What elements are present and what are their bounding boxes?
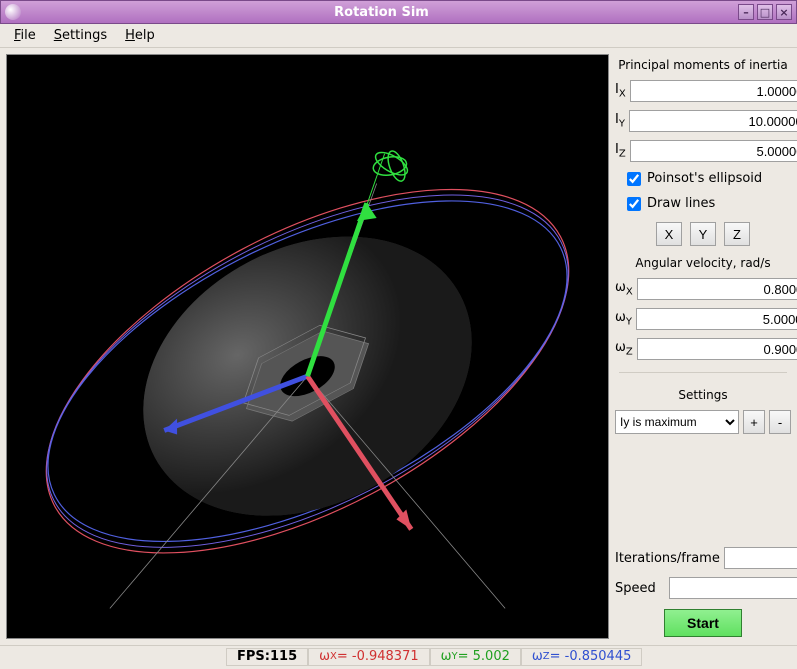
view-y-button[interactable]: Y	[690, 222, 716, 246]
wx-input[interactable]	[637, 278, 797, 300]
speed-spinbox: ▲▼	[669, 577, 797, 599]
iz-row: IZ ▲▼	[615, 140, 791, 162]
settings-header: Settings	[615, 388, 791, 402]
iz-label: IZ	[615, 142, 626, 160]
wy-input[interactable]	[636, 308, 797, 330]
iter-row: Iterations/frame ▲▼	[615, 547, 791, 569]
panel-spacer	[615, 440, 791, 541]
ix-row: IX ▲▼	[615, 80, 791, 102]
axis-buttons: X Y Z	[615, 222, 791, 246]
speed-input[interactable]	[669, 577, 797, 599]
add-setting-button[interactable]: +	[743, 410, 765, 434]
remove-setting-button[interactable]: -	[769, 410, 791, 434]
omega-x-readout: ωX = -0.948371	[308, 648, 430, 666]
drawlines-label: Draw lines	[647, 196, 715, 211]
iy-row: IY ▲▼	[615, 110, 791, 132]
menu-help[interactable]: Help	[117, 26, 163, 45]
iy-label: IY	[615, 112, 625, 130]
main-content: Principal moments of inertia IX ▲▼ IY ▲▼…	[0, 48, 797, 645]
iter-spinbox: ▲▼	[724, 547, 797, 569]
wy-row: ωY ▲▼	[615, 308, 791, 330]
minimize-button[interactable]: –	[738, 4, 754, 20]
iy-spinbox: ▲▼	[629, 110, 797, 132]
wz-input[interactable]	[637, 338, 797, 360]
start-button[interactable]: Start	[664, 609, 742, 637]
ix-label: IX	[615, 82, 626, 100]
view-x-button[interactable]: X	[656, 222, 682, 246]
wy-label: ωY	[615, 310, 632, 328]
statusbar: FPS: 115 ωX = -0.948371 ωY = 5.002 ωZ = …	[0, 645, 797, 667]
maximize-button[interactable]: □	[757, 4, 773, 20]
iter-input[interactable]	[724, 547, 797, 569]
iter-label: Iterations/frame	[615, 551, 720, 566]
window-controls: – □ ×	[738, 4, 796, 20]
app-icon	[5, 4, 21, 20]
simulation-canvas	[7, 55, 608, 638]
speed-row: Speed ▲▼	[615, 577, 791, 599]
settings-select[interactable]: Iy is maximum	[615, 410, 739, 434]
iz-spinbox: ▲▼	[630, 140, 797, 162]
ix-spinbox: ▲▼	[630, 80, 797, 102]
wx-label: ωX	[615, 280, 633, 298]
wx-row: ωX ▲▼	[615, 278, 791, 300]
drawlines-row: Draw lines	[627, 196, 791, 211]
wy-spinbox: ▲▼	[636, 308, 797, 330]
drawlines-checkbox[interactable]	[627, 197, 641, 211]
wz-row: ωZ ▲▼	[615, 338, 791, 360]
wx-spinbox: ▲▼	[637, 278, 797, 300]
settings-row: Iy is maximum + -	[615, 410, 791, 434]
omega-z-readout: ωZ = -0.850445	[521, 648, 643, 666]
close-button[interactable]: ×	[776, 4, 792, 20]
poinsot-checkbox[interactable]	[627, 172, 641, 186]
angvel-header: Angular velocity, rad/s	[615, 256, 791, 270]
omega-y-readout: ωY = 5.002	[430, 648, 521, 666]
control-panel: Principal moments of inertia IX ▲▼ IY ▲▼…	[615, 54, 791, 639]
iy-input[interactable]	[629, 110, 797, 132]
view-z-button[interactable]: Z	[724, 222, 750, 246]
poinsot-row: Poinsot's ellipsoid	[627, 171, 791, 186]
wz-label: ωZ	[615, 340, 633, 358]
fps-readout: FPS: 115	[226, 648, 308, 666]
iz-input[interactable]	[630, 140, 797, 162]
separator	[619, 372, 787, 382]
inertia-header: Principal moments of inertia	[615, 58, 791, 72]
simulation-viewport[interactable]	[6, 54, 609, 639]
menu-settings[interactable]: Settings	[46, 26, 115, 45]
poinsot-label: Poinsot's ellipsoid	[647, 171, 762, 186]
wz-spinbox: ▲▼	[637, 338, 797, 360]
menubar: File Settings Help	[0, 24, 797, 48]
window-titlebar: Rotation Sim – □ ×	[0, 0, 797, 24]
ix-input[interactable]	[630, 80, 797, 102]
menu-file[interactable]: File	[6, 26, 44, 45]
speed-label: Speed	[615, 581, 665, 596]
window-title: Rotation Sim	[25, 5, 738, 20]
